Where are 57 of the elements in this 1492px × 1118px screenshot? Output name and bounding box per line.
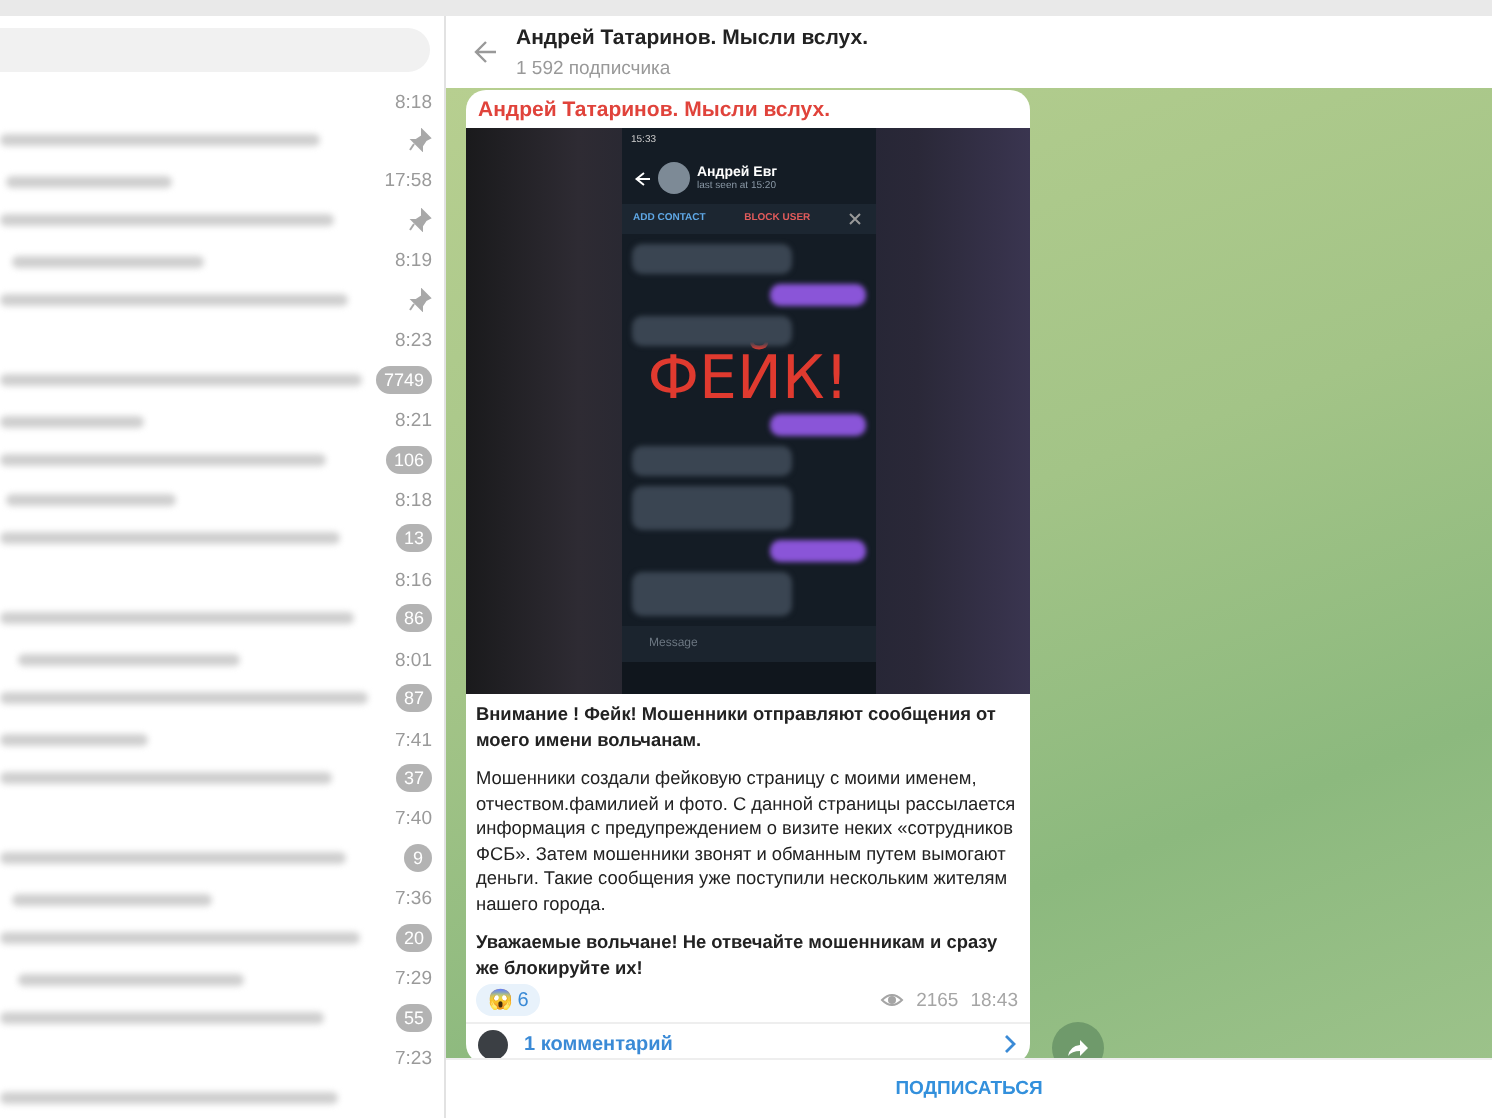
chat-time: 7:23 <box>395 1048 432 1071</box>
chat-item[interactable]: 8:23 7749 <box>0 320 444 401</box>
chat-item[interactable]: 8:21 106 <box>0 400 444 481</box>
chat-time: 8:19 <box>395 250 432 273</box>
message-paragraph: Уважаемые вольчане! Не отвечайте мошенникам и сразу же блокируйте их! <box>476 930 1000 980</box>
chat-item[interactable]: 7:23 <box>0 1038 444 1118</box>
back-arrow-icon[interactable] <box>472 40 498 64</box>
eye-icon <box>880 990 905 1010</box>
view-count: 2165 <box>916 989 959 1011</box>
chat-time: 8:21 <box>395 410 432 433</box>
channel-title: Андрей Татаринов. Мысли вслух. <box>516 25 868 49</box>
subscriber-count: 1 592 подписчика <box>516 57 673 79</box>
chat-item[interactable]: 17:58 <box>0 161 444 241</box>
chat-time: 8:18 <box>395 489 432 512</box>
close-icon <box>848 212 863 226</box>
message-time: 18:43 <box>970 989 1018 1011</box>
comments-link[interactable]: 1 комментарий <box>524 1033 986 1055</box>
avatar <box>657 162 689 194</box>
chat-time: 7:36 <box>395 888 432 911</box>
sender-name: Андрей Татаринов. Мысли вслух. <box>476 96 832 126</box>
chat-time: 7:41 <box>395 729 432 752</box>
blurred-message-bubble <box>769 284 865 306</box>
unread-count: 87 <box>395 684 432 713</box>
chat-item[interactable]: 7:40 9 <box>0 799 444 879</box>
subscribe-button[interactable]: ПОДПИСАТЬСЯ <box>879 1070 1059 1108</box>
chat-item[interactable]: 7:41 37 <box>0 719 444 800</box>
message-paragraph: Внимание ! Фейк! Мошенники отправляют сообщения от моего имени вольчанам. <box>476 702 998 752</box>
chat-time: 17:58 <box>384 170 432 193</box>
chat-time: 8:16 <box>395 569 432 592</box>
chat-time: 7:40 <box>395 808 432 831</box>
commenter-avatar <box>478 1029 508 1058</box>
chevron-right-icon <box>1002 1034 1018 1054</box>
unread-count: 13 <box>395 524 432 553</box>
chat-time: 8:23 <box>395 330 432 353</box>
chat-item[interactable]: 8:18 13 <box>0 480 444 560</box>
chat-item[interactable]: 7:36 20 <box>0 878 444 959</box>
unread-count: 9 <box>404 843 432 872</box>
chat-item[interactable]: 7:29 55 <box>0 958 444 1039</box>
unread-count: 55 <box>395 1003 432 1032</box>
blurred-chat-name <box>0 415 144 428</box>
back-arrow-icon <box>631 169 649 187</box>
chat-item[interactable]: 8:01 87 <box>0 639 444 720</box>
unread-count: 37 <box>395 764 432 793</box>
chat-item[interactable]: 8:19 <box>0 240 444 321</box>
unread-count: 86 <box>395 604 432 633</box>
unread-count: 20 <box>395 923 432 952</box>
chat-time: 8:18 <box>395 91 432 114</box>
message-paragraph: Мошенники создали фейковую страницу с моими именем, отчеством.фамилией и фото. С данной страницы рассылается информация с предупреждением о визите неких «сотрудников ФСБ». Затем мошенники звонят и обманным путем вымогают деньги. Такие сообщения уже поступили нескольким жителям нашего города. <box>476 766 1018 916</box>
chat-time: 8:01 <box>395 649 432 672</box>
reaction-chip[interactable]: 😱 6 <box>476 984 541 1016</box>
unread-count: 7749 <box>375 365 432 394</box>
chat-item[interactable]: 8:18 <box>0 81 444 162</box>
chat-item[interactable]: 8:16 86 <box>0 559 444 640</box>
blurred-message-bubble <box>769 414 865 436</box>
blurred-message-bubble <box>769 540 865 562</box>
unread-count: 106 <box>385 445 432 474</box>
chat-time: 7:29 <box>395 968 432 991</box>
